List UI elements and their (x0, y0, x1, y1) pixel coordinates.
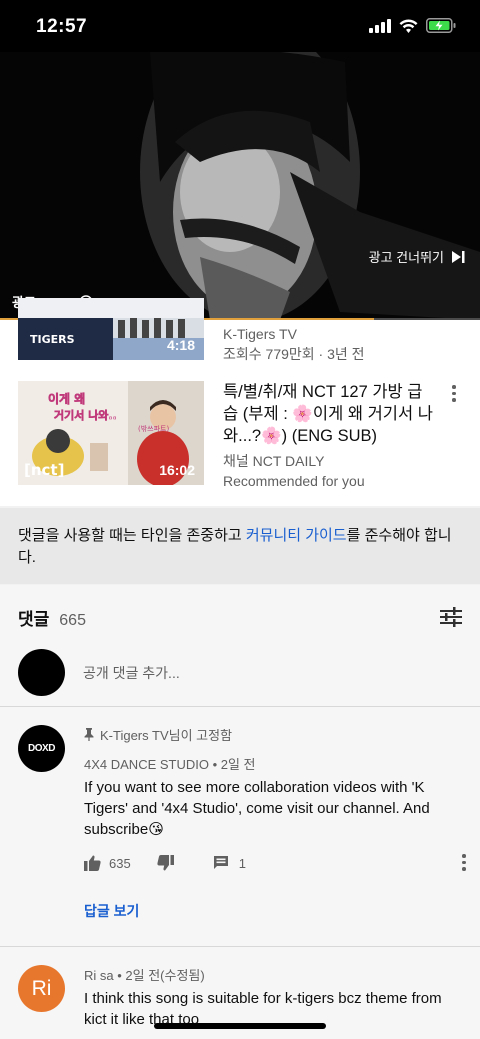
thumbnail-brand-text: TIGERS (30, 333, 75, 346)
reply-count: 1 (238, 855, 246, 871)
comments-section: 댓글 665 공개 댓글 추가... DOXD K-Tigers TV님이 고정… (0, 585, 480, 1039)
view-replies-button[interactable]: 답글 보기 (84, 901, 139, 921)
pinned-label: K-Tigers TV님이 고정함 (100, 728, 233, 743)
community-guidelines-link[interactable]: 커뮤니티 가이드 (246, 527, 347, 544)
like-count: 635 (109, 855, 131, 871)
thumbnail-caption: (밖쓰파트) (138, 424, 169, 433)
thumbs-down-icon (157, 855, 174, 871)
video-duration: 16:02 (159, 462, 195, 478)
status-icons (369, 18, 456, 33)
sort-comments-button[interactable] (440, 607, 462, 632)
divider (0, 706, 480, 707)
video-channel: K-Tigers TV (223, 326, 297, 342)
comments-title: 댓글 (18, 610, 50, 629)
add-comment-input[interactable]: 공개 댓글 추가... (83, 663, 180, 683)
comment-author[interactable]: Ri sa • 2일 전(수정됨) (84, 965, 462, 984)
status-time: 12:57 (36, 16, 88, 37)
comment-body: Ri sa • 2일 전(수정됨) I think this song is s… (84, 965, 462, 1030)
home-indicator[interactable] (154, 1023, 326, 1029)
video-title[interactable]: 특/별/취/재 NCT 127 가방 급습 (부제 : 🌸이게 왜 거기서 나와… (223, 381, 437, 447)
skip-ad-label: 광고 건너뛰기 (368, 250, 444, 265)
comment-body: K-Tigers TV님이 고정함 4X4 DANCE STUDIO • 2일 … (84, 725, 466, 919)
cellular-signal-icon (369, 18, 391, 33)
comment-item: DOXD K-Tigers TV님이 고정함 4X4 DANCE STUDIO … (18, 725, 466, 945)
add-comment-row[interactable]: 공개 댓글 추가... (18, 649, 180, 696)
thumbnail-tag: [nct] (24, 461, 64, 479)
video-duration: 4:18 (166, 337, 195, 353)
video-channel: 채널 NCT DAILY (223, 453, 325, 469)
pin-icon (84, 728, 94, 741)
video-meta: K-Tigers TV 조회수 779만회 · 3년 전 (223, 324, 451, 364)
guideline-text-before: 댓글을 사용할 때는 타인을 존중하고 (18, 527, 246, 544)
status-bar: 12:57 (0, 0, 480, 52)
skip-ad-button[interactable]: 광고 건너뛰기 (369, 247, 466, 266)
video-thumbnail[interactable]: TIGERS 4:18 (18, 298, 204, 360)
thumbs-up-icon (84, 855, 101, 871)
video-player[interactable]: 광고 건너뛰기 광고 · 1:11 (0, 52, 480, 320)
wifi-icon (399, 19, 418, 33)
guideline-text: 댓글을 사용할 때는 타인을 존중하고 커뮤니티 가이드를 준수해야 합니다. (18, 525, 462, 569)
commenter-avatar[interactable]: Ri (18, 965, 65, 1012)
community-guideline-notice: 댓글을 사용할 때는 타인을 존중하고 커뮤니티 가이드를 준수해야 합니다. (0, 508, 480, 584)
video-thumbnail[interactable]: 이게 왜 거기서 나와.. (밖쓰파트) [nct] 16:02 (18, 381, 204, 485)
comment-author[interactable]: 4X4 DANCE STUDIO • 2일 전 (84, 754, 462, 773)
divider (0, 946, 480, 947)
skip-next-icon (452, 250, 465, 263)
sort-filter-icon (440, 607, 462, 627)
video-recommendation: Recommended for you (223, 473, 365, 489)
video-stats: 조회수 779만회 · 3년 전 (223, 346, 365, 362)
related-videos: TIGERS 4:18 K-Tigers TV 조회수 779만회 · 3년 전… (0, 298, 480, 506)
video-item[interactable]: 이게 왜 거기서 나와.. (밖쓰파트) [nct] 16:02 특/별/취/재… (18, 381, 462, 489)
comment-more-menu-icon[interactable] (456, 854, 472, 874)
thumbnail-text-2: 거기서 나와.. (54, 408, 117, 422)
commenter-avatar[interactable]: DOXD (18, 725, 65, 772)
commenter-avatar-text: DOXD (28, 743, 55, 754)
comment-text: If you want to see more collaboration vi… (84, 779, 430, 838)
comments-count: 665 (59, 612, 86, 629)
thumbnail-text-1: 이게 왜 (48, 391, 85, 406)
reply-button[interactable]: 1 (213, 855, 246, 871)
comment-actions: 635 1 (84, 851, 466, 875)
my-avatar (18, 649, 65, 696)
comment-reply-icon (213, 856, 228, 869)
video-item[interactable]: TIGERS 4:18 K-Tigers TV 조회수 779만회 · 3년 전 (18, 298, 462, 362)
battery-charging-icon (426, 18, 456, 33)
like-button[interactable]: 635 (84, 855, 131, 871)
commenter-avatar-text: Ri (31, 976, 52, 1000)
ad-video-frame (0, 52, 480, 320)
comments-header: 댓글 665 (18, 605, 86, 630)
video-meta: 특/별/취/재 NCT 127 가방 급습 (부제 : 🌸이게 왜 거기서 나와… (223, 381, 451, 491)
video-more-menu-icon[interactable] (446, 385, 462, 405)
pinned-indicator: K-Tigers TV님이 고정함 (84, 725, 462, 744)
dislike-button[interactable] (157, 855, 174, 871)
